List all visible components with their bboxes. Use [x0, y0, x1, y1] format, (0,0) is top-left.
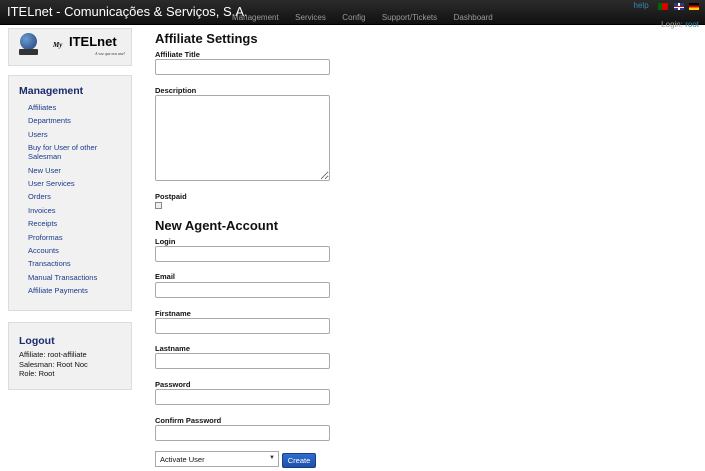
sidebar-item-departments[interactable]: Departments	[28, 116, 71, 125]
sidebar-item-receipts[interactable]: Receipts	[28, 219, 57, 228]
password-input[interactable]	[155, 389, 330, 405]
postpaid-label: Postpaid	[155, 192, 187, 201]
description-label: Description	[155, 86, 197, 95]
lastname-label: Lastname	[155, 344, 191, 353]
sidebar-item-accounts[interactable]: Accounts	[28, 246, 59, 255]
email-input[interactable]	[155, 282, 330, 298]
sidebar-item-user-services[interactable]: User Services	[28, 179, 75, 188]
login-status: Login: root	[634, 20, 699, 29]
affiliate-settings-title: Affiliate Settings	[155, 31, 258, 46]
affiliate-info: Affiliate: root-affiliate	[19, 350, 87, 359]
login-user-link[interactable]: root	[685, 20, 699, 29]
management-title: Management	[19, 85, 84, 97]
globe-base-icon	[19, 49, 38, 55]
nav-links: Management Services Config Support/Ticke…	[232, 7, 505, 25]
logo-tagline: A voz que nos une!	[95, 51, 126, 56]
sidebar-item-affiliates[interactable]: Affiliates	[28, 103, 56, 112]
affiliate-title-label: Affiliate Title	[155, 50, 200, 59]
top-navbar: ITELnet - Comunicações & Serviços, S.A. …	[0, 0, 705, 29]
confirm-password-input[interactable]	[155, 425, 330, 441]
sidebar-item-transactions[interactable]: Transactions	[28, 259, 71, 268]
postpaid-checkbox[interactable]	[155, 202, 162, 209]
activate-user-value: Activate User	[160, 455, 205, 464]
sidebar-item-users[interactable]: Users	[28, 130, 48, 139]
firstname-input[interactable]	[155, 318, 330, 334]
login-label: Login:	[661, 20, 683, 29]
sidebar-item-new-user[interactable]: New User	[28, 166, 61, 175]
sidebar-item-buy-for-user[interactable]: Buy for User of other Salesman	[28, 143, 97, 161]
role-info: Role: Root	[19, 369, 55, 378]
sidebar-item-affiliate-payments[interactable]: Affiliate Payments	[28, 286, 88, 295]
help-link[interactable]: help	[634, 1, 649, 10]
sidebar-item-orders[interactable]: Orders	[28, 192, 51, 201]
sidebar-item-invoices[interactable]: Invoices	[28, 206, 56, 215]
nav-support-tickets[interactable]: Support/Tickets	[382, 13, 437, 22]
brand-title[interactable]: ITELnet - Comunicações & Serviços, S.A.	[7, 4, 248, 19]
lastname-input[interactable]	[155, 353, 330, 369]
nav-right: help Login: root	[634, 1, 699, 29]
description-textarea[interactable]	[155, 95, 330, 181]
logo-name-text: ITELnet	[69, 34, 117, 49]
nav-services[interactable]: Services	[295, 13, 326, 22]
create-button[interactable]: Create	[282, 453, 316, 468]
portugal-flag-icon[interactable]	[658, 3, 669, 10]
new-agent-account-title: New Agent-Account	[155, 218, 279, 233]
chevron-down-icon: ▼	[269, 455, 275, 461]
logout-panel: Logout Affiliate: root-affiliate Salesma…	[8, 322, 132, 390]
sidebar-item-manual-transactions[interactable]: Manual Transactions	[28, 273, 97, 282]
management-menu: Affiliates Departments Users Buy for Use…	[28, 103, 128, 299]
logo-my-text: My	[53, 41, 63, 49]
sidebar-item-proformas[interactable]: Proformas	[28, 233, 63, 242]
firstname-label: Firstname	[155, 309, 191, 318]
nav-config[interactable]: Config	[342, 13, 365, 22]
nav-dashboard[interactable]: Dashboard	[454, 13, 493, 22]
management-panel: Management Affiliates Departments Users …	[8, 75, 132, 311]
salesman-info: Salesman: Root Noc	[19, 359, 88, 369]
activate-user-select[interactable]: Activate User ▼	[155, 451, 279, 467]
nav-management[interactable]: Management	[232, 13, 279, 22]
email-label: Email	[155, 272, 176, 281]
globe-icon	[20, 33, 37, 50]
affiliate-title-input[interactable]	[155, 59, 330, 75]
session-info: Affiliate: root-affiliate Salesman: Root…	[19, 350, 88, 379]
logout-link[interactable]: Logout	[19, 335, 55, 347]
germany-flag-icon[interactable]	[689, 3, 699, 10]
password-label: Password	[155, 380, 191, 389]
confirm-password-label: Confirm Password	[155, 416, 222, 425]
login-label: Login	[155, 237, 176, 246]
my-itelnet-logo[interactable]: My ITELnet A voz que nos une!	[8, 28, 132, 66]
login-input[interactable]	[155, 246, 330, 262]
uk-flag-icon[interactable]	[673, 3, 684, 10]
